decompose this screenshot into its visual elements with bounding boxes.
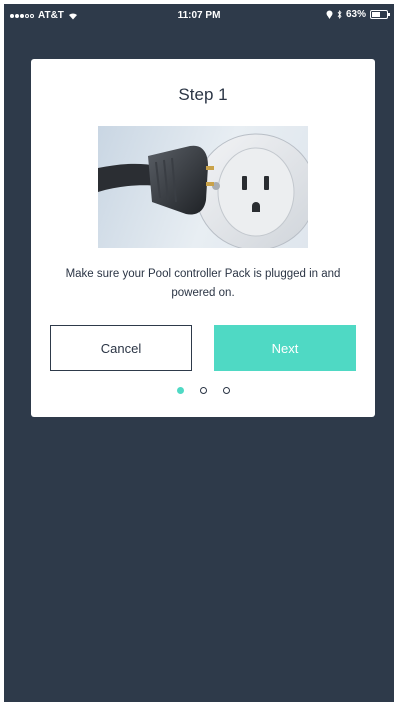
battery-icon (370, 10, 390, 19)
plug-outlet-illustration (98, 133, 308, 248)
next-button[interactable]: Next (214, 325, 356, 371)
dialog-title: Step 1 (178, 85, 228, 104)
cancel-button[interactable]: Cancel (50, 325, 192, 371)
pagination-dots (31, 387, 375, 394)
plug-outlet-image (98, 126, 308, 248)
battery-level-fill (372, 12, 380, 17)
page-dot-2[interactable] (199, 387, 207, 394)
battery-percent: 63% (345, 9, 366, 20)
page-dot-3[interactable] (222, 387, 230, 394)
setup-dialog: Step 1 Make sure your Pool controller Pa… (31, 59, 375, 417)
status-right: 63% (326, 9, 390, 20)
app-screen: AT&T 11:07 PM 63% Step 1 Make sure your … (4, 4, 394, 702)
instruction-text: Make sure your Pool controller Pack is p… (65, 268, 341, 299)
location-icon (326, 10, 333, 19)
page-dot-1[interactable] (176, 387, 184, 394)
status-bar: AT&T 11:07 PM 63% (4, 4, 394, 26)
bluetooth-icon (337, 10, 342, 19)
